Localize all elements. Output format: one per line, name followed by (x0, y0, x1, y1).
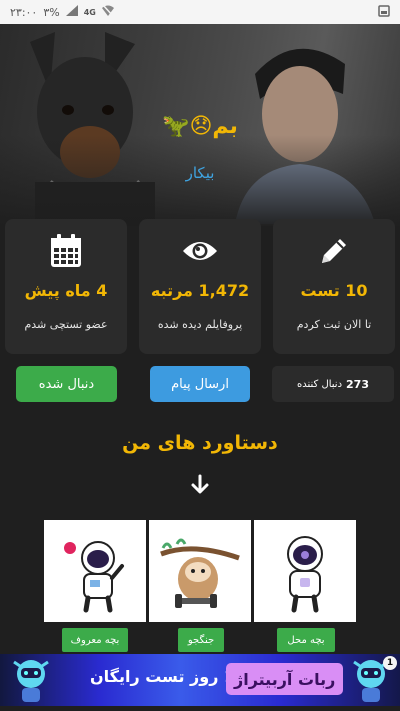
ad-text: 15 روز تست رایگان (90, 667, 246, 686)
status-left: ۲۳:۰۰ ۳% 4G (10, 4, 114, 19)
badge-local[interactable] (254, 520, 356, 622)
ad-close-button[interactable]: 1 (383, 656, 397, 670)
eye-icon (182, 233, 218, 269)
sloth-icon (160, 538, 240, 608)
stat-card-tests: 10 تست تا الان ثبت کردم (273, 219, 395, 354)
signal-icon (65, 5, 78, 19)
follow-button[interactable]: دنبال شده (16, 366, 117, 402)
stat-value-tests: 10 تست (300, 281, 368, 300)
stat-value-joined: 4 ماه پیش (24, 281, 108, 300)
arrow-down-icon (191, 474, 209, 494)
profile-username: بم😞🦖 (162, 114, 238, 139)
followers-label: دنبال کننده (297, 378, 343, 390)
send-message-button[interactable]: ارسال پیام (150, 366, 250, 402)
followers-count[interactable]: 273 دنبال کننده (272, 366, 394, 402)
calendar-icon (50, 233, 82, 269)
badge-label-famous: بچه معروف (62, 628, 128, 652)
stat-label-tests: تا الان ثبت کردم (296, 318, 372, 331)
network-type: 4G (83, 7, 96, 17)
badge-label-warrior: جنگجو (178, 628, 224, 652)
profile-bio: بیکار (185, 164, 215, 182)
battery-percent: ۳% (43, 5, 60, 19)
ad-badge: ربات آربیتراژ (226, 663, 344, 695)
stat-label-joined: عضو تستچی شدم (24, 318, 108, 331)
badge-label-local: بچه محل (277, 628, 335, 652)
stat-card-joined: 4 ماه پیش عضو تستچی شدم (5, 219, 127, 354)
status-right (378, 4, 390, 20)
clock: ۲۳:۰۰ (10, 5, 38, 19)
badge-warrior[interactable] (149, 520, 251, 622)
astronaut-heart-icon (64, 541, 124, 613)
stat-card-views: 1,472 مرتبه پروفایلم دیده شده (139, 219, 261, 354)
pencil-icon (318, 233, 350, 269)
followers-number: 273 (346, 377, 369, 391)
ad-banner[interactable]: 15 روز تست رایگان ربات آربیتراژ 1 (0, 654, 400, 706)
profile-cover: بم😞🦖 بیکار (0, 24, 400, 226)
astronaut-thumbs-icon (287, 536, 323, 613)
achievements-title: دستاورد های من (122, 432, 278, 454)
badge-famous[interactable] (44, 520, 146, 622)
robot-icon (13, 660, 49, 702)
wifi-off-icon (101, 4, 114, 19)
stat-label-views: پروفایلم دیده شده (157, 318, 243, 331)
stat-value-views: 1,472 مرتبه (150, 281, 250, 300)
notification-icon (378, 4, 390, 20)
status-bar: ۲۳:۰۰ ۳% 4G (0, 0, 400, 24)
stats-row: 4 ماه پیش عضو تستچی شدم 1,472 مرتبه پروف… (5, 219, 395, 354)
